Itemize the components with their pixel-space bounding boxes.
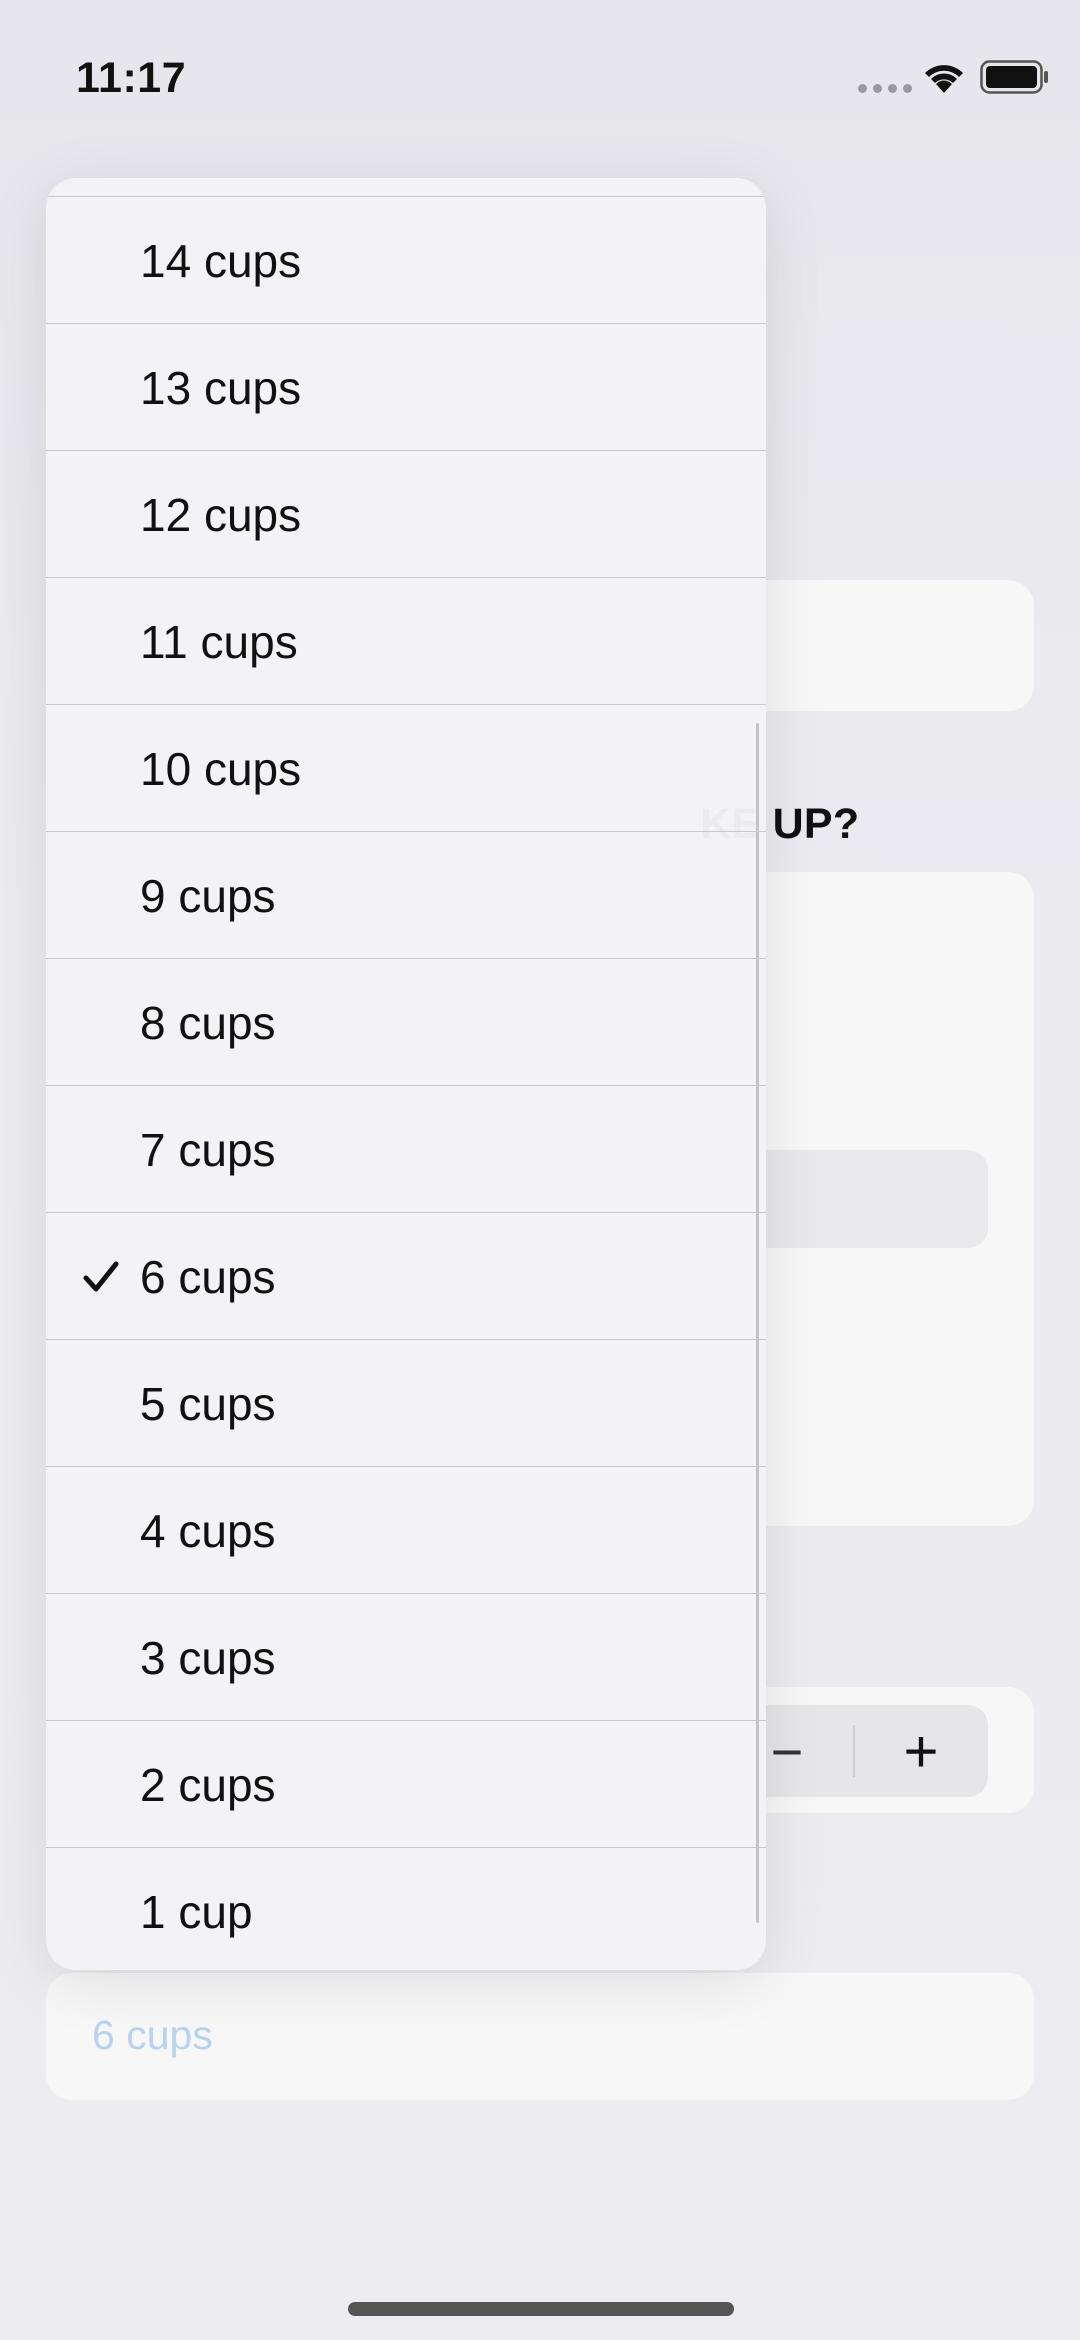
screen: 11:17 KE UP? − + 6 cups 14 cups 13 cups 12… <box>0 0 1080 2340</box>
menu-item[interactable]: 7 cups <box>46 1085 766 1212</box>
menu-item-label: 7 cups <box>140 1123 276 1176</box>
menu-item-label: 5 cups <box>140 1377 276 1430</box>
menu-item[interactable]: 6 cups <box>46 1212 766 1339</box>
menu-item[interactable]: 9 cups <box>46 831 766 958</box>
status-bar: 11:17 <box>0 0 1080 150</box>
menu-item[interactable]: 12 cups <box>46 450 766 577</box>
menu-item[interactable]: 13 cups <box>46 323 766 450</box>
menu-item-label: 6 cups <box>140 1250 276 1303</box>
menu-item[interactable]: 10 cups <box>46 704 766 831</box>
home-indicator[interactable] <box>348 2302 734 2316</box>
menu-item-label: 13 cups <box>140 361 302 414</box>
menu-item[interactable]: 1 cup <box>46 1847 766 1970</box>
cups-menu[interactable]: 14 cups 13 cups 12 cups 11 cups 10 cups 9 cup… <box>46 178 766 1970</box>
stepper-increment-button[interactable]: + <box>854 1705 988 1797</box>
battery-icon <box>980 60 1048 94</box>
checkmark-icon <box>76 1213 126 1340</box>
menu-item[interactable]: 8 cups <box>46 958 766 1085</box>
wifi-icon <box>925 65 963 93</box>
menu-item-label: 3 cups <box>140 1631 276 1684</box>
menu-item-label: 1 cup <box>140 1885 253 1938</box>
cellular-signal-icon <box>858 84 912 93</box>
menu-item-label: 4 cups <box>140 1504 276 1557</box>
menu-item[interactable]: 5 cups <box>46 1339 766 1466</box>
menu-item[interactable]: 4 cups <box>46 1466 766 1593</box>
menu-item[interactable]: 11 cups <box>46 577 766 704</box>
menu-item-label: 9 cups <box>140 869 276 922</box>
status-time: 11:17 <box>76 54 187 102</box>
menu-item-label: 10 cups <box>140 742 302 795</box>
menu-item-label: 11 cups <box>140 615 298 668</box>
menu-item-label: 12 cups <box>140 488 302 541</box>
selected-value: 6 cups <box>92 2012 213 2058</box>
menu-item[interactable]: 2 cups <box>46 1720 766 1847</box>
menu-item[interactable]: 14 cups <box>46 196 766 323</box>
menu-item-label: 8 cups <box>140 996 276 1049</box>
menu-item-label: 14 cups <box>140 234 302 287</box>
menu-item-label: 2 cups <box>140 1758 276 1811</box>
menu-item[interactable]: 3 cups <box>46 1593 766 1720</box>
